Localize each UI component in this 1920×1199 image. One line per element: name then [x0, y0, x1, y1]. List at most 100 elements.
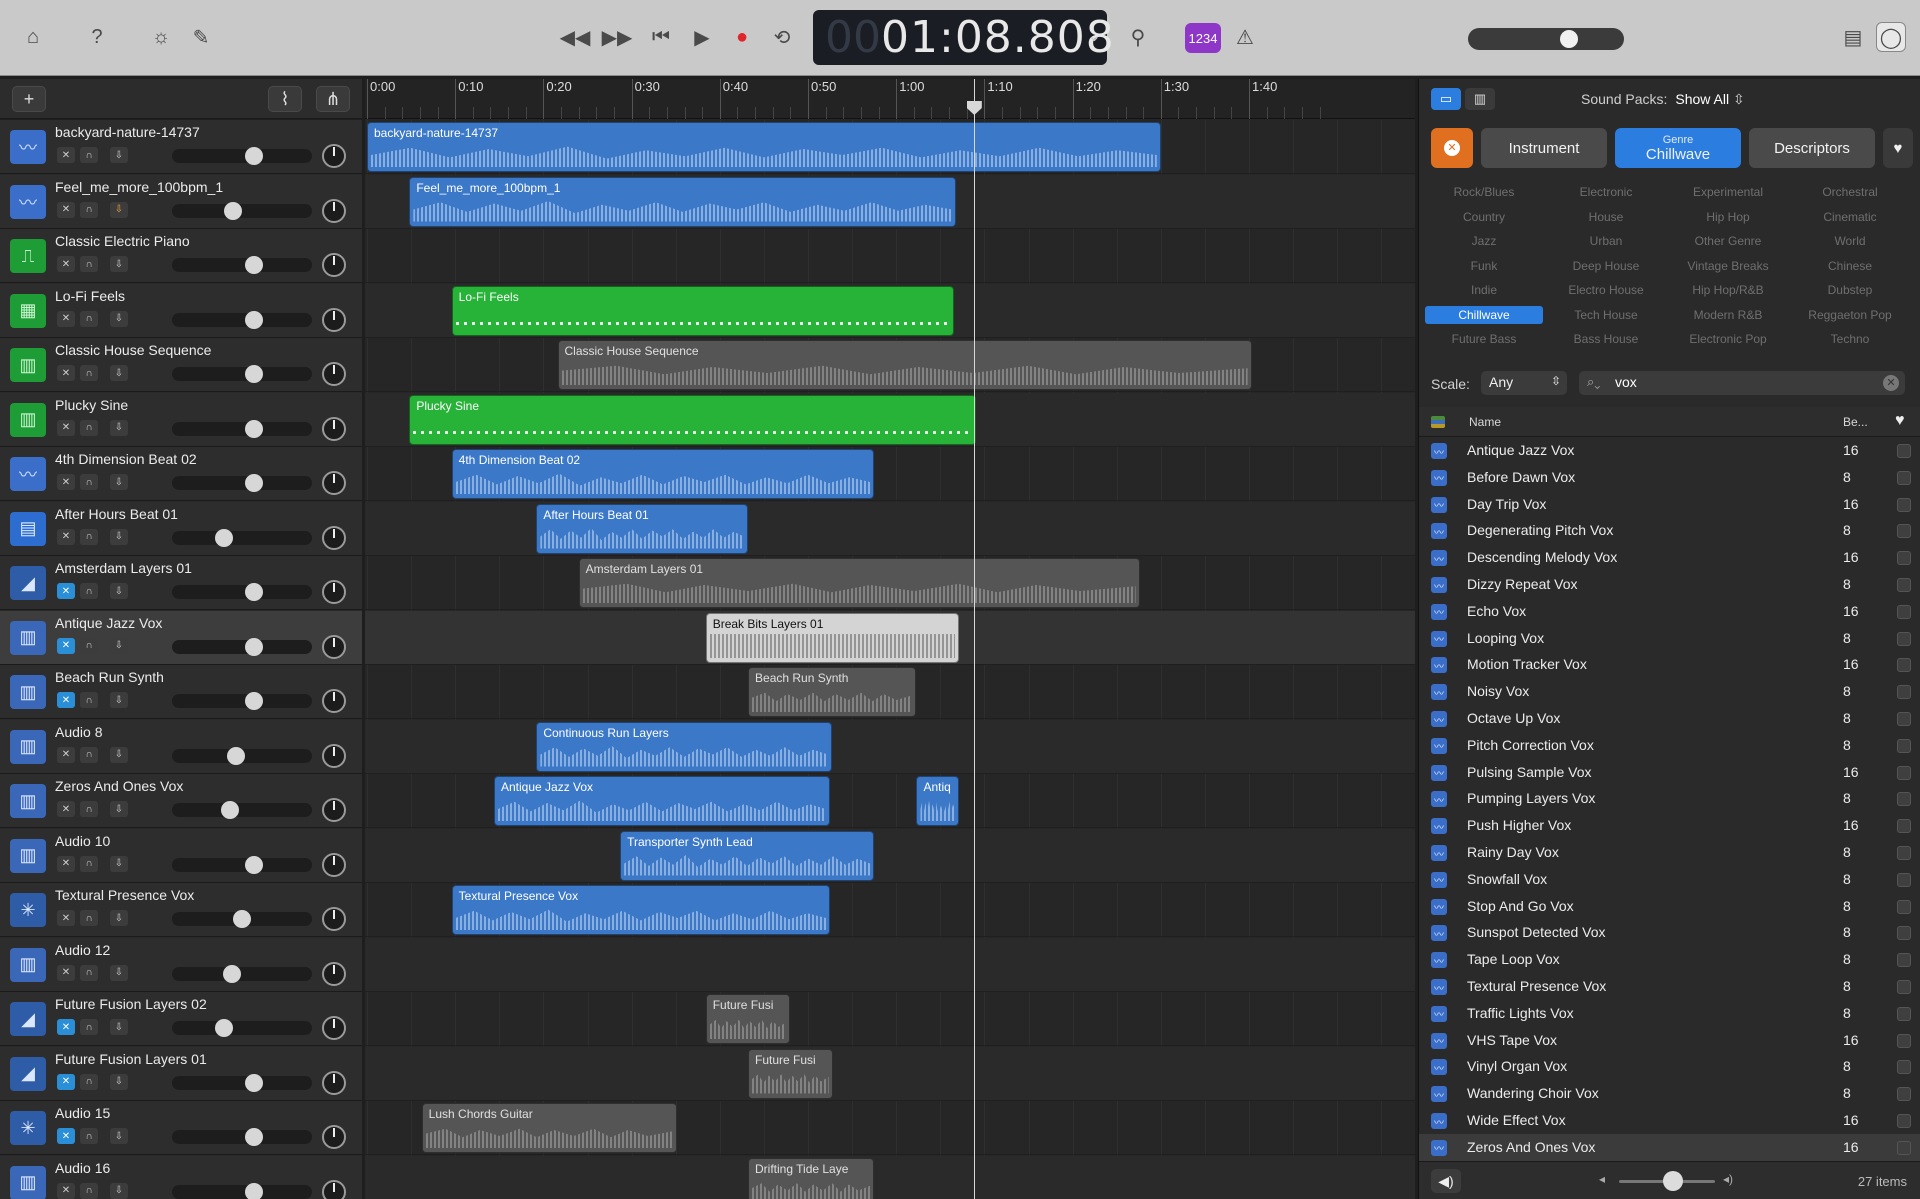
mute-button[interactable]: ✕ [57, 528, 75, 545]
volume-fader[interactable] [172, 1128, 312, 1146]
keyword-button[interactable]: Indie [1425, 281, 1543, 299]
mute-button[interactable]: ✕ [57, 910, 75, 926]
record-enable-button[interactable]: ⇩ [110, 910, 128, 926]
region[interactable]: Plucky Sine [409, 394, 977, 445]
volume-fader-knob[interactable] [245, 583, 264, 601]
mute-button[interactable]: ✕ [57, 637, 75, 654]
mute-button[interactable]: ✕ [57, 147, 75, 163]
volume-fader[interactable] [172, 474, 312, 492]
result-row[interactable]: 〰 Pulsing Sample Vox 16 [1419, 759, 1920, 786]
volume-fader-knob[interactable] [245, 855, 264, 874]
result-row[interactable]: 〰 Before Dawn Vox 8 [1419, 464, 1920, 491]
region[interactable]: Antique Jazz Vox [494, 776, 831, 826]
solo-headphones-button[interactable]: ∩ [80, 1019, 98, 1035]
volume-fader-knob[interactable] [245, 419, 264, 438]
track-header[interactable]: ◢ Future Fusion Layers 02 ✕ ∩ ⇩ [0, 992, 362, 1046]
volume-fader[interactable] [172, 910, 312, 928]
rewind-icon[interactable]: ◀◀ [560, 22, 591, 52]
notepad-icon[interactable]: ▤ [1838, 22, 1868, 52]
favorite-checkbox[interactable] [1897, 470, 1911, 485]
record-enable-button[interactable]: ⇩ [110, 256, 128, 272]
track-header[interactable]: ▥ Beach Run Synth ✕ ∩ ⇩ [0, 665, 362, 719]
keyword-button[interactable]: Techno [1791, 330, 1909, 348]
result-row[interactable]: 〰 Noisy Vox 8 [1419, 678, 1920, 705]
record-enable-button[interactable]: ⇩ [110, 528, 128, 545]
column-name[interactable]: Name [1469, 415, 1501, 429]
clear-filters-button[interactable]: ✕ [1431, 128, 1473, 168]
result-row[interactable]: 〰 Zeros And Ones Vox 16 [1419, 1133, 1920, 1161]
favorite-checkbox[interactable] [1897, 1006, 1911, 1021]
track-lane[interactable] [365, 501, 1415, 556]
track-lane[interactable] [365, 229, 1415, 283]
favorite-checkbox[interactable] [1897, 551, 1911, 566]
solo-headphones-button[interactable]: ∩ [80, 1128, 98, 1144]
solo-headphones-button[interactable]: ∩ [80, 692, 98, 708]
master-volume-slider[interactable] [1468, 28, 1624, 50]
volume-fader-knob[interactable] [245, 637, 264, 656]
track-header[interactable]: ▥ Plucky Sine ✕ ∩ ⇩ [0, 392, 362, 447]
solo-headphones-button[interactable]: ∩ [80, 1073, 98, 1090]
track-header[interactable]: ▥ Audio 8 ✕ ∩ ⇩ [0, 719, 362, 774]
volume-fader[interactable] [172, 1019, 312, 1037]
track-header[interactable]: 〰 Feel_me_more_100bpm_1 ✕ ∩ ⇩ [0, 174, 362, 229]
track-lane[interactable] [365, 828, 1415, 883]
favorite-checkbox[interactable] [1897, 1114, 1911, 1128]
volume-fader[interactable] [172, 147, 312, 165]
solo-headphones-button[interactable]: ∩ [80, 746, 98, 763]
track-header[interactable]: ✳ Textural Presence Vox ✕ ∩ ⇩ [0, 883, 362, 937]
favorite-checkbox[interactable] [1897, 819, 1911, 834]
favorite-checkbox[interactable] [1897, 658, 1911, 673]
favorite-checkbox[interactable] [1897, 980, 1911, 994]
instrument-button[interactable]: Instrument [1481, 128, 1607, 168]
keyword-button[interactable]: Orchestral [1791, 183, 1909, 201]
record-enable-button[interactable]: ⇩ [110, 964, 128, 981]
volume-fader-knob[interactable] [245, 365, 264, 383]
keyword-button[interactable]: Electronic Pop [1669, 330, 1787, 348]
pan-knob[interactable] [322, 961, 346, 986]
result-row[interactable]: 〰 Degenerating Pitch Vox 8 [1419, 517, 1920, 544]
fast-forward-icon[interactable]: ▶▶ [602, 22, 633, 52]
solo-headphones-button[interactable]: ∩ [80, 256, 98, 272]
favorites-heart-icon[interactable]: ♥ [1883, 128, 1913, 168]
track-header[interactable]: ▥ Audio 12 ✕ ∩ ⇩ [0, 937, 362, 992]
volume-fader[interactable] [172, 256, 312, 274]
keyword-button[interactable]: Urban [1547, 232, 1665, 250]
volume-fader[interactable] [172, 855, 312, 874]
cycle-icon[interactable]: ⟲ [767, 22, 797, 52]
mute-button[interactable]: ✕ [57, 201, 75, 218]
record-enable-button[interactable]: ⇩ [110, 746, 128, 763]
keyword-button[interactable]: Reggaeton Pop [1791, 306, 1909, 324]
mute-button[interactable]: ✕ [57, 583, 75, 599]
region[interactable]: backyard-nature-14737 [367, 122, 1161, 172]
preview-volume-knob[interactable] [1663, 1171, 1683, 1191]
record-enable-button[interactable]: ⇩ [110, 474, 128, 490]
keyword-button[interactable]: Cinematic [1791, 208, 1909, 226]
favorite-checkbox[interactable] [1897, 524, 1911, 539]
volume-fader-knob[interactable] [245, 692, 264, 710]
record-icon[interactable]: ● [727, 22, 757, 52]
solo-headphones-button[interactable]: ∩ [80, 419, 98, 436]
preview-speaker-icon[interactable]: ◀) [1431, 1169, 1461, 1193]
pan-knob[interactable] [322, 416, 346, 441]
favorite-checkbox[interactable] [1897, 872, 1911, 887]
track-header[interactable]: ▥ Antique Jazz Vox ✕ ∩ ⇩ [0, 610, 362, 665]
pan-knob[interactable] [322, 1070, 346, 1095]
track-header[interactable]: ▥ Audio 16 ✕ ∩ ⇩ [0, 1155, 362, 1199]
result-row[interactable]: 〰 Vinyl Organ Vox 8 [1419, 1053, 1920, 1080]
favorite-checkbox[interactable] [1897, 953, 1911, 968]
region[interactable]: Lush Chords Guitar [421, 1103, 677, 1153]
keyword-button[interactable]: Hip Hop [1669, 208, 1787, 226]
pan-knob[interactable] [322, 907, 346, 931]
result-row[interactable]: 〰 Wide Effect Vox 16 [1419, 1107, 1920, 1134]
favorite-checkbox[interactable] [1897, 444, 1911, 458]
favorite-checkbox[interactable] [1897, 792, 1911, 807]
solo-headphones-button[interactable]: ∩ [80, 201, 98, 218]
help-icon[interactable]: ? [82, 22, 112, 52]
favorite-checkbox[interactable] [1897, 1087, 1911, 1102]
volume-fader-knob[interactable] [245, 1128, 264, 1146]
volume-fader-knob[interactable] [214, 1019, 233, 1037]
favorite-checkbox[interactable] [1897, 926, 1911, 941]
result-row[interactable]: 〰 Day Trip Vox 16 [1419, 491, 1920, 518]
result-row[interactable]: 〰 Traffic Lights Vox 8 [1419, 1000, 1920, 1027]
track-lanes[interactable]: backyard-nature-14737 Feel_me_more_100bpm… [365, 120, 1415, 1199]
